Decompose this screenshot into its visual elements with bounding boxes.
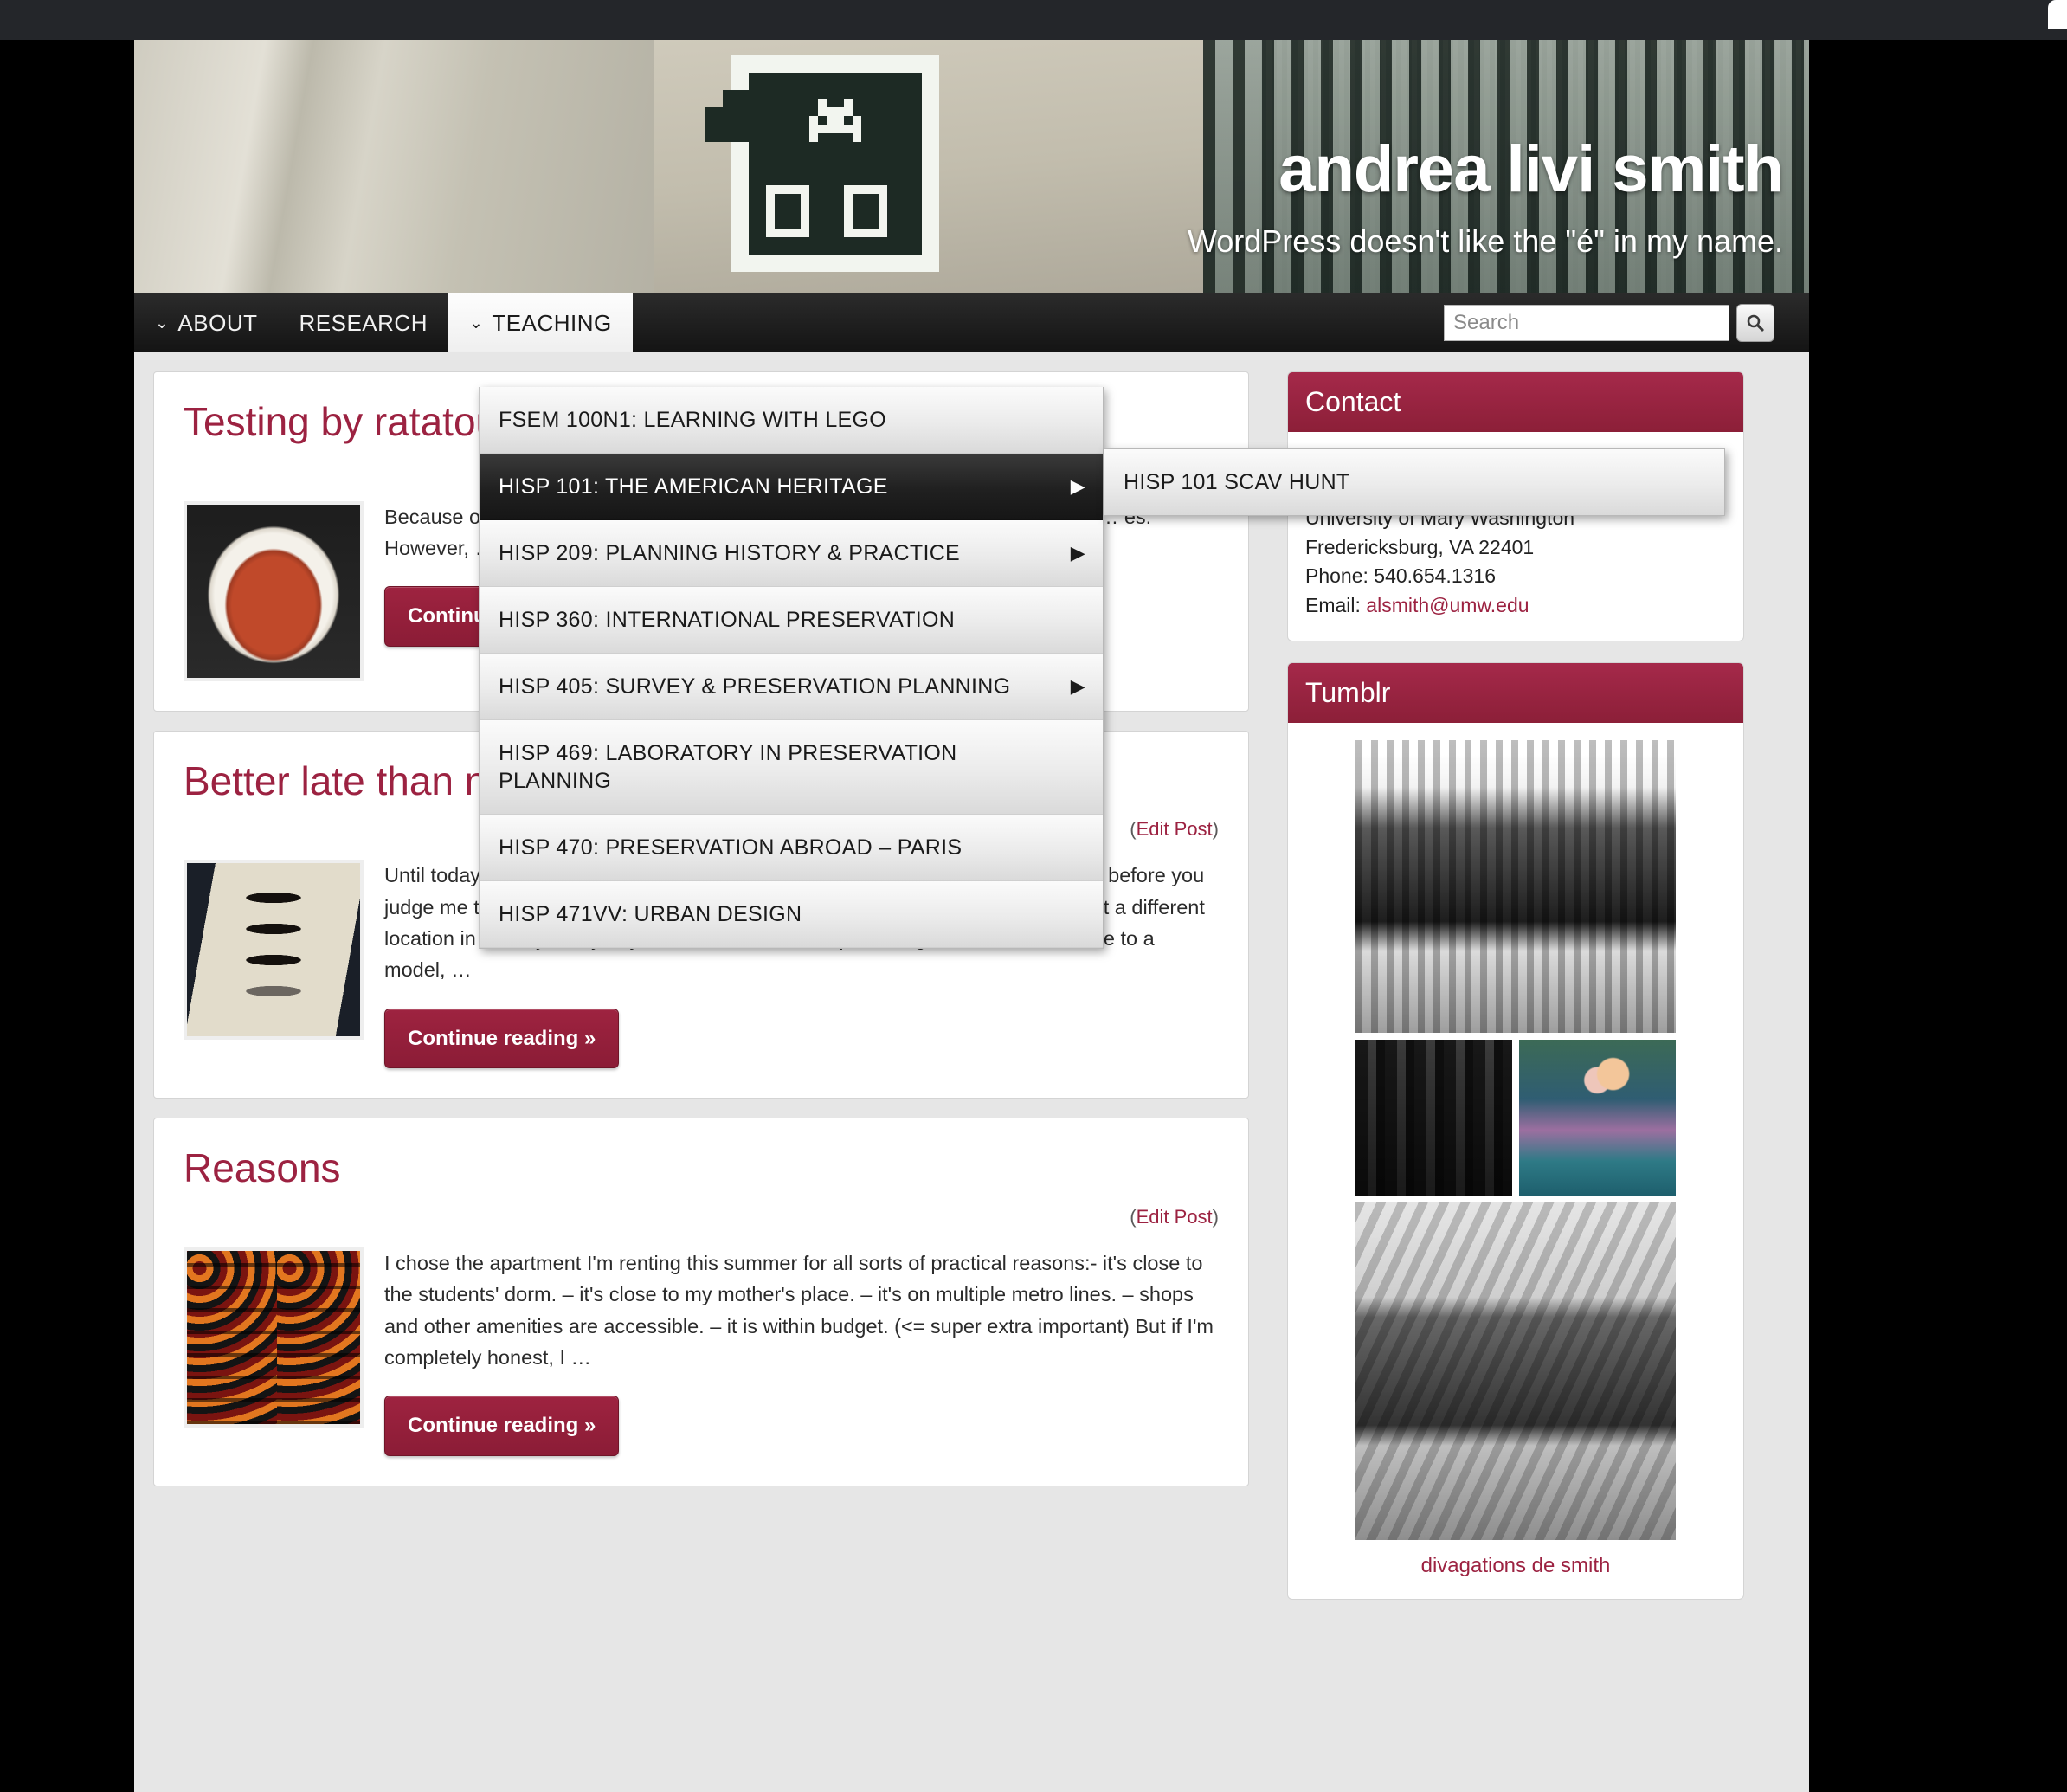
menu-item-label: HISP 470: PRESERVATION ABROAD – PARIS <box>499 835 963 860</box>
continue-reading-button[interactable]: Continue reading » <box>384 1396 620 1456</box>
menu-item-hisp-470[interactable]: HISP 470: PRESERVATION ABROAD – PARIS <box>480 815 1103 881</box>
site-banner: andrea livi smith WordPress doesn't like… <box>134 40 1809 293</box>
contact-email-link[interactable]: alsmith@umw.edu <box>1366 594 1529 616</box>
post-excerpt-text: I chose the apartment I'm renting this s… <box>384 1251 1214 1369</box>
post-body: I chose the apartment I'm renting this s… <box>184 1247 1219 1456</box>
edit-post-link: (Edit Post) <box>184 1206 1219 1228</box>
contact-email-label: Email: <box>1305 593 1367 616</box>
tumblr-image-corner-building[interactable] <box>1355 1202 1676 1541</box>
nav-item-teaching-label: TEACHING <box>492 309 612 336</box>
paren-close: ) <box>1212 818 1219 841</box>
tumblr-caption-link[interactable]: divagations de smith <box>1305 1554 1726 1578</box>
menu-item-label: FSEM 100N1: LEARNING WITH LEGO <box>499 408 886 432</box>
post-thumbnail[interactable] <box>184 500 364 681</box>
menu-item-label: HISP 209: PLANNING HISTORY & PRACTICE <box>499 541 961 565</box>
tumblr-image-grid <box>1305 737 1726 1541</box>
search-input[interactable] <box>1444 305 1729 341</box>
menu-item-hisp-360[interactable]: HISP 360: INTERNATIONAL PRESERVATION <box>480 587 1103 654</box>
menu-item-label: HISP 101 SCAV HUNT <box>1124 470 1350 494</box>
sidebar-column: Contact Combs Hall 133 1301 College Aven… <box>1268 371 1787 1621</box>
tumblr-image-arcade-interior[interactable] <box>1355 740 1676 1034</box>
tumblr-photo-body <box>1519 1040 1676 1196</box>
menu-item-label: HISP 471VV: URBAN DESIGN <box>499 902 802 926</box>
search-button[interactable] <box>1736 304 1774 342</box>
nav-item-about[interactable]: ⌄ ABOUT <box>134 293 279 352</box>
browser-tab-edge <box>2048 0 2067 29</box>
post-card: Reasons (Edit Post) I chose the apartmen… <box>153 1118 1249 1486</box>
post-title[interactable]: Reasons <box>184 1146 1219 1190</box>
tumblr-widget: Tumblr divagations de smith <box>1287 662 1744 1601</box>
space-invader-mosaic-icon <box>662 55 948 272</box>
nav-item-teaching[interactable]: ⌄ TEACHING <box>448 293 633 352</box>
ratatouille-photo <box>187 504 360 678</box>
paren-close: ) <box>1212 1205 1219 1228</box>
site-title: andrea livi smith <box>1278 132 1784 206</box>
contact-city: Fredericksburg, VA 22401 <box>1305 535 1535 558</box>
tumblr-widget-heading: Tumblr <box>1288 663 1743 724</box>
paren-open: ( <box>1130 818 1137 841</box>
nav-item-about-label: ABOUT <box>177 309 258 336</box>
banner-wall-left <box>134 40 688 293</box>
edit-post-anchor[interactable]: Edit Post <box>1137 818 1213 840</box>
nav-item-research[interactable]: RESEARCH <box>279 293 448 352</box>
chevron-down-icon: ⌄ <box>468 313 484 332</box>
paren-open: ( <box>1130 1205 1137 1228</box>
menu-item-label: HISP 360: INTERNATIONAL PRESERVATION <box>499 608 956 632</box>
menu-item-hisp-101[interactable]: HISP 101: THE AMERICAN HERITAGE ▶ <box>480 454 1103 520</box>
menu-item-hisp-209[interactable]: HISP 209: PLANNING HISTORY & PRACTICE ▶ <box>480 520 1103 587</box>
site-tagline: WordPress doesn't like the "é" in my nam… <box>1187 223 1783 259</box>
primary-navigation: ⌄ ABOUT RESEARCH ⌄ TEACHING <box>134 293 1809 352</box>
nav-item-research-label: RESEARCH <box>299 309 428 336</box>
tumblr-photo-body <box>1355 1202 1676 1541</box>
chevron-right-icon: ▶ <box>1070 542 1085 564</box>
post-thumbnail[interactable] <box>184 860 364 1041</box>
post-thumbnail[interactable] <box>184 1247 364 1428</box>
contact-phone: Phone: 540.654.1316 <box>1305 564 1496 588</box>
tumblr-row <box>1355 740 1676 1034</box>
chevron-down-icon: ⌄ <box>155 313 170 332</box>
menu-item-label: HISP 405: SURVEY & PRESERVATION PLANNING <box>499 674 1011 699</box>
search-icon <box>1745 313 1766 333</box>
browser-viewport: andrea livi smith WordPress doesn't like… <box>0 40 2067 1792</box>
browser-chrome-bar <box>0 0 2067 40</box>
menu-item-hisp-471vv[interactable]: HISP 471VV: URBAN DESIGN <box>480 881 1103 948</box>
edit-post-anchor[interactable]: Edit Post <box>1137 1206 1213 1228</box>
tumblr-photo-body <box>1355 740 1676 1034</box>
menu-item-label: HISP 469: LABORATORY IN PRESERVATION PLA… <box>499 741 957 793</box>
chevron-right-icon: ▶ <box>1070 475 1085 497</box>
search-area <box>1444 304 1774 342</box>
continue-reading-button[interactable]: Continue reading » <box>384 1008 620 1069</box>
tumblr-photo-body <box>1355 1040 1512 1196</box>
tumblr-image-neon-exhibit[interactable] <box>1519 1040 1676 1196</box>
menu-item-label: HISP 101: THE AMERICAN HERITAGE <box>499 474 888 499</box>
tumblr-widget-body: divagations de smith <box>1288 723 1743 1599</box>
chevron-right-icon: ▶ <box>1070 675 1085 697</box>
contact-email-row: Email: alsmith@umw.edu <box>1305 591 1726 621</box>
tumblr-row <box>1355 1202 1676 1541</box>
menu-item-hisp-469[interactable]: HISP 469: LABORATORY IN PRESERVATION PLA… <box>480 720 1103 815</box>
wallpaper-pattern-photo <box>187 1250 360 1424</box>
menu-item-hisp-405[interactable]: HISP 405: SURVEY & PRESERVATION PLANNING… <box>480 654 1103 720</box>
teaching-dropdown-menu: FSEM 100N1: LEARNING WITH LEGO HISP 101:… <box>479 387 1104 949</box>
menu-item-hisp-101-scav-hunt[interactable]: HISP 101 SCAV HUNT <box>1104 449 1724 515</box>
contact-widget-heading: Contact <box>1288 372 1743 432</box>
tumblr-row <box>1355 1040 1676 1196</box>
post-excerpt: I chose the apartment I'm renting this s… <box>384 1247 1219 1456</box>
eyeglasses-display-photo <box>187 863 360 1037</box>
menu-item-fsem-100n1[interactable]: FSEM 100N1: LEARNING WITH LEGO <box>480 387 1103 454</box>
hisp-101-submenu: HISP 101 SCAV HUNT <box>1104 448 1725 516</box>
tumblr-image-stone-courtyard[interactable] <box>1355 1040 1512 1196</box>
